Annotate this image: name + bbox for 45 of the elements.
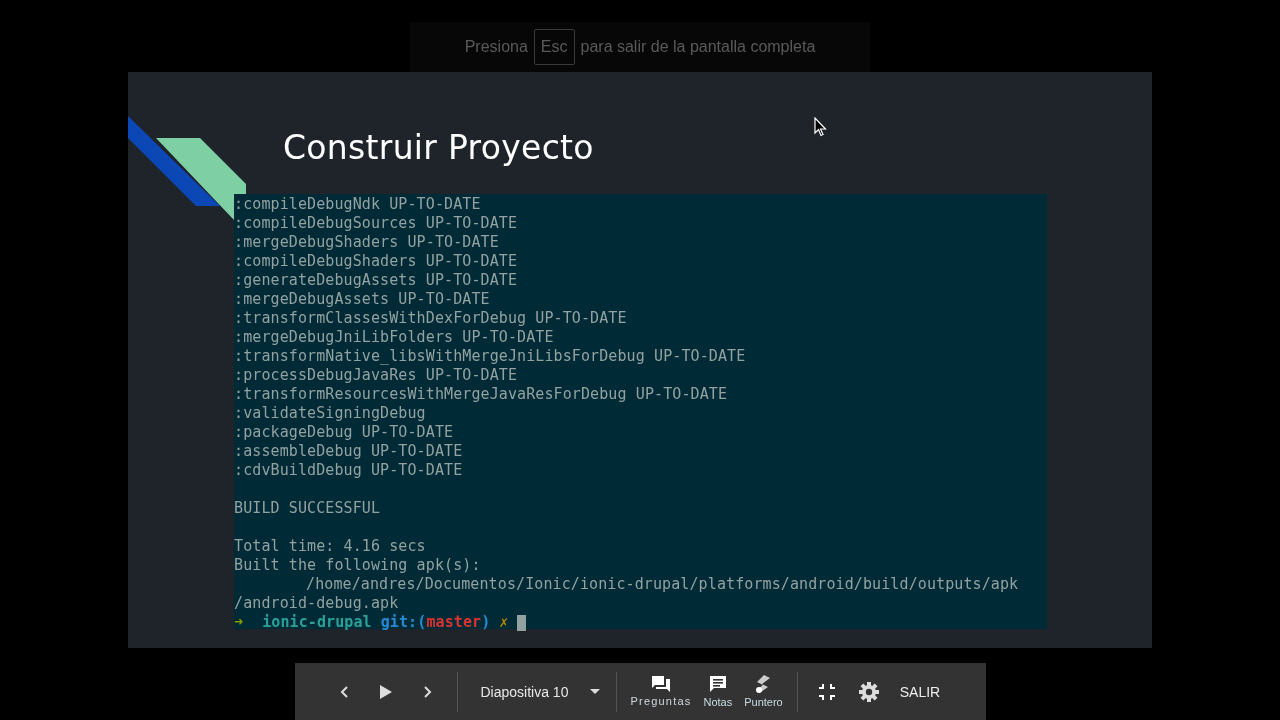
terminal-line: Total time: 4.16 secs <box>234 537 426 555</box>
terminal-line: :packageDebug UP-TO-DATE <box>234 423 454 441</box>
chevron-left-icon <box>339 685 348 698</box>
terminal-line: :mergeDebugJniLibFolders UP-TO-DATE <box>234 328 554 346</box>
notes-button[interactable]: Notas <box>697 668 739 715</box>
laser-pointer-icon <box>755 675 772 693</box>
text-cursor <box>517 614 527 631</box>
terminal-line: BUILD SUCCESSFUL <box>234 499 381 517</box>
notes-icon <box>708 675 727 693</box>
chat-icon <box>651 676 670 692</box>
play-icon <box>379 684 392 699</box>
questions-button[interactable]: Preguntas <box>624 668 698 715</box>
slide-title: Construir Proyecto <box>283 128 595 169</box>
terminal-line: :compileDebugSources UP-TO-DATE <box>234 214 518 232</box>
esc-key: Esc <box>533 29 575 65</box>
terminal-line: :transformResourcesWithMergeJavaResForDebug UP-TO-DATE <box>234 385 728 403</box>
terminal-line: :processDebugJavaRes UP-TO-DATE <box>234 366 518 384</box>
terminal-line: :assembleDebug UP-TO-DATE <box>234 442 463 460</box>
terminal-line: :transformClassesWithDexForDebug UP-TO-DATE <box>234 309 627 327</box>
terminal-line: :mergeDebugAssets UP-TO-DATE <box>234 290 490 308</box>
git-branch: master <box>426 613 482 632</box>
chevron-right-icon <box>423 685 432 698</box>
mouse-pointer-icon <box>814 117 827 137</box>
hint-text: Presiona <box>464 38 528 56</box>
terminal-line: Built the following apk(s): <box>234 556 481 574</box>
prompt-arrow: ➜ <box>234 613 244 632</box>
pointer-button[interactable]: Puntero <box>738 668 789 715</box>
terminal-line: :validateSigningDebug <box>234 404 426 422</box>
terminal-line: /home/andres/Documentos/Ionic/ionic-drupal/platforms/android/build/outputs/apk <box>306 575 1019 593</box>
prompt-directory: ionic-drupal <box>262 613 372 632</box>
terminal-line: :cdvBuildDebug UP-TO-DATE <box>234 461 463 479</box>
slide-selector[interactable]: Diapositiva 10 <box>465 671 608 712</box>
terminal-line: :compileDebugShaders UP-TO-DATE <box>234 252 518 270</box>
exit-button[interactable]: SALIR <box>889 671 951 712</box>
terminal-line: /android-debug.apk <box>234 594 399 612</box>
git-label: git:( <box>380 613 427 632</box>
git-label: ) <box>481 613 491 632</box>
terminal-line: :compileDebugNdk UP-TO-DATE <box>234 195 481 213</box>
caret-icon <box>589 689 600 694</box>
exit-fullscreen-icon <box>818 683 835 700</box>
terminal-line: :transformNative_libsWithMergeJniLibsForDebug UP-TO-DATE <box>234 347 746 365</box>
terminal-line: :generateDebugAssets UP-TO-DATE <box>234 271 518 289</box>
dirty-mark: ✗ <box>499 613 509 632</box>
hint-text: para salir de la pantalla completa <box>580 38 816 56</box>
terminal-line: :mergeDebugShaders UP-TO-DATE <box>234 233 499 251</box>
